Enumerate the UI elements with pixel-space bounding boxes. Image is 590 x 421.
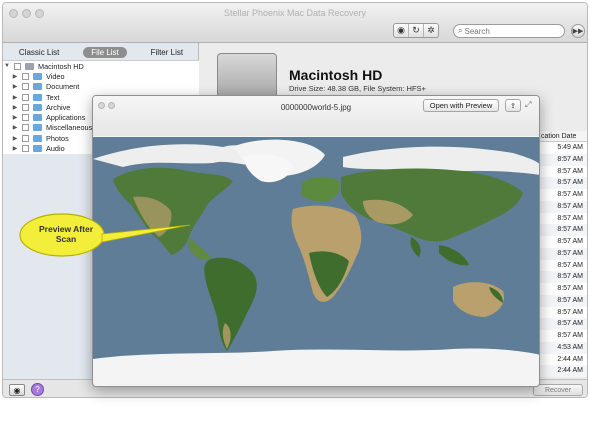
- disclosure-triangle-icon[interactable]: ▶: [11, 135, 19, 142]
- search-input[interactable]: [464, 26, 555, 36]
- tree-label: Applications: [46, 113, 86, 123]
- gear-icon[interactable]: ✲: [424, 24, 438, 37]
- tree-row-video[interactable]: ▶ Video: [3, 71, 199, 81]
- date-cell[interactable]: 8:57 AM: [539, 153, 587, 166]
- folder-icon: [33, 83, 42, 91]
- callout-label: Preview After Scan: [18, 224, 114, 244]
- date-cell[interactable]: 8:57 AM: [539, 247, 587, 260]
- titlebar: Stellar Phoenix Mac Data Recovery ◉ ↻ ✲ …: [3, 3, 587, 43]
- tree-label: Audio: [46, 144, 65, 154]
- date-cell[interactable]: 8:57 AM: [539, 271, 587, 283]
- date-cell[interactable]: 8:57 AM: [539, 330, 587, 342]
- callout-line-1: Preview After: [38, 224, 93, 234]
- folder-icon: [33, 93, 42, 101]
- disclosure-triangle-icon[interactable]: ▶: [11, 104, 19, 111]
- tree-label: Document: [46, 82, 80, 92]
- date-cell[interactable]: 2:44 AM: [539, 354, 587, 366]
- date-cell[interactable]: 8:57 AM: [539, 200, 587, 213]
- date-cell[interactable]: 8:57 AM: [539, 307, 587, 319]
- recover-button[interactable]: Recover: [533, 384, 583, 396]
- toolbar-button-group: ◉ ↻ ✲: [393, 23, 439, 38]
- date-cell[interactable]: 8:57 AM: [539, 236, 587, 248]
- date-cell[interactable]: 8:57 AM: [539, 260, 587, 272]
- tree-label: Macintosh HD: [38, 61, 84, 71]
- checkbox[interactable]: [14, 62, 21, 70]
- sidebar-tabs: Classic List File List Filter List: [3, 45, 199, 59]
- date-cell[interactable]: 8:57 AM: [539, 283, 587, 295]
- search-icon: ⌕: [458, 26, 463, 35]
- tree-row-root[interactable]: ▼ Macintosh HD: [3, 61, 199, 71]
- forward-icon[interactable]: ▶▶: [571, 24, 585, 38]
- checkbox[interactable]: [22, 93, 29, 101]
- drive-title: Macintosh HD: [289, 67, 383, 83]
- date-cell[interactable]: 8:57 AM: [539, 166, 587, 178]
- eye-icon[interactable]: ◉: [394, 24, 409, 37]
- disclosure-triangle-icon[interactable]: ▼: [3, 63, 11, 69]
- disclosure-triangle-icon[interactable]: ▶: [11, 94, 19, 101]
- checkbox[interactable]: [22, 145, 29, 153]
- checkbox[interactable]: [22, 114, 29, 122]
- date-cell[interactable]: 8:57 AM: [539, 177, 587, 189]
- modification-date-column: cation Date 5:49 AM 8:57 AM 8:57 AM 8:57 AM…: [539, 131, 587, 386]
- drive-icon: [25, 62, 34, 70]
- search-field[interactable]: ⌕: [453, 24, 565, 38]
- folder-icon: [33, 134, 42, 142]
- checkbox[interactable]: [22, 134, 29, 142]
- drive-info: Drive Size: 48.38 GB, File System: HFS+: [289, 84, 426, 93]
- app-title: Stellar Phoenix Mac Data Recovery: [223, 8, 367, 18]
- tree-label: Video: [46, 71, 65, 81]
- column-header-modification-date[interactable]: cation Date: [539, 131, 587, 142]
- tree-label: Photos: [46, 133, 69, 143]
- date-cell[interactable]: 8:57 AM: [539, 213, 587, 225]
- disclosure-triangle-icon[interactable]: ▶: [11, 145, 19, 152]
- tree-label: Miscellaneous: [46, 123, 93, 133]
- checkbox[interactable]: [22, 103, 29, 111]
- date-cell[interactable]: 8:57 AM: [539, 294, 587, 307]
- expand-icon[interactable]: ⤢: [525, 100, 535, 110]
- preview-titlebar: 0000000world-5.jpg Open with Preview ⇪ ⤢: [93, 96, 539, 136]
- preview-window: 0000000world-5.jpg Open with Preview ⇪ ⤢: [92, 95, 540, 387]
- checkbox[interactable]: [22, 72, 29, 80]
- tab-classic-list[interactable]: Classic List: [11, 47, 67, 58]
- hard-drive-icon: [217, 53, 277, 98]
- disclosure-triangle-icon[interactable]: ▶: [11, 73, 19, 80]
- folder-icon: [33, 145, 42, 153]
- date-cell[interactable]: 8:57 AM: [539, 189, 587, 201]
- world-map-graphic: [93, 137, 539, 386]
- share-icon[interactable]: ⇪: [505, 99, 521, 112]
- tab-file-list[interactable]: File List: [83, 46, 127, 58]
- refresh-icon[interactable]: ↻: [409, 24, 424, 37]
- callout-line-2: Scan: [55, 234, 77, 244]
- folder-icon: [33, 103, 42, 111]
- disclosure-triangle-icon[interactable]: ▶: [11, 114, 19, 121]
- date-cell[interactable]: 8:57 AM: [539, 224, 587, 236]
- folder-icon: [33, 72, 42, 80]
- date-cell[interactable]: 5:49 AM: [539, 142, 587, 154]
- tree-label: Text: [46, 92, 60, 102]
- date-cell[interactable]: 8:57 AM: [539, 318, 587, 330]
- screenshot-root: Stellar Phoenix Mac Data Recovery ◉ ↻ ✲ …: [0, 0, 590, 421]
- folder-icon: [33, 124, 42, 132]
- date-cell[interactable]: 2:44 AM: [539, 365, 587, 377]
- folder-icon: [33, 114, 42, 122]
- tab-filter-list[interactable]: Filter List: [143, 47, 191, 58]
- disclosure-triangle-icon[interactable]: ▶: [11, 83, 19, 90]
- checkbox[interactable]: [22, 124, 29, 132]
- tree-row-document[interactable]: ▶ Document: [3, 82, 199, 92]
- help-button[interactable]: ?: [31, 383, 44, 396]
- date-cell[interactable]: 4:53 AM: [539, 341, 587, 354]
- tree-label: Archive: [46, 102, 71, 112]
- eye-icon[interactable]: ◉: [9, 384, 25, 396]
- open-with-preview-button[interactable]: Open with Preview: [423, 99, 499, 112]
- checkbox[interactable]: [22, 83, 29, 91]
- disclosure-triangle-icon[interactable]: ▶: [11, 124, 19, 131]
- world-map-image: [93, 137, 539, 386]
